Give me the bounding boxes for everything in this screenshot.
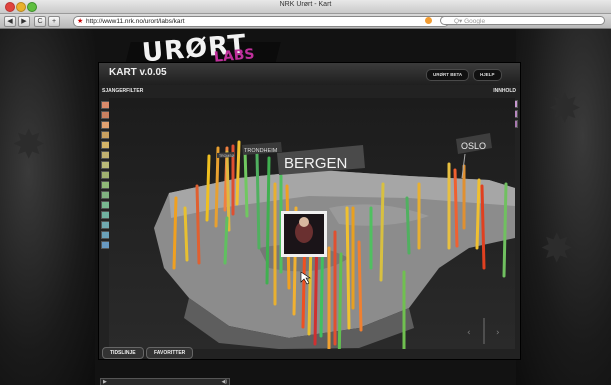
artist-marker[interactable]	[223, 216, 229, 265]
search-input[interactable]: Q▾ Google	[440, 16, 605, 25]
artist-marker[interactable]	[183, 206, 189, 262]
thumbnail-face	[299, 217, 309, 227]
artist-marker[interactable]	[405, 196, 411, 255]
artist-marker[interactable]	[379, 182, 385, 282]
splatter-decoration: ✸	[12, 123, 46, 167]
back-button[interactable]: ◀	[4, 16, 16, 27]
rss-icon[interactable]	[425, 17, 432, 24]
play-icon[interactable]: ▶	[103, 379, 107, 385]
forward-button[interactable]: ▶	[18, 16, 30, 27]
artist-marker[interactable]	[337, 252, 343, 349]
nav-right-icon[interactable]: ›	[496, 328, 500, 338]
favorites-button[interactable]: FAVORITTER	[146, 347, 194, 359]
artist-marker[interactable]	[255, 152, 261, 250]
artist-marker[interactable]	[172, 196, 178, 270]
help-button[interactable]: HJELP	[473, 69, 502, 81]
artist-marker[interactable]	[475, 178, 481, 250]
panel-title: KART v.0.05	[109, 67, 167, 78]
add-bookmark-button[interactable]: +	[48, 16, 60, 27]
map-canvas[interactable]: BERGEN OSLO TRONDHEIM TROMSØ ‹ ›	[109, 98, 515, 349]
background-right-art	[516, 29, 611, 385]
media-control-bar[interactable]: ▶ ◀)	[100, 378, 230, 385]
window-title: NRK Urørt - Kart	[279, 1, 332, 8]
window-titlebar: NRK Urørt - Kart	[0, 0, 611, 14]
address-bar-url: http://www11.nrk.no/urort/labs/kart	[86, 18, 185, 25]
web-page: ✸ ✸ ✸ URØRT LABS KART v.0.05 URØRT BETA …	[0, 29, 611, 385]
splatter-decoration: ✸	[548, 87, 582, 131]
browser-toolbar: ◀ ▶ C + ★ http://www11.nrk.no/urort/labs…	[0, 14, 611, 29]
3d-map-view[interactable]: BERGEN OSLO TRONDHEIM TROMSØ ‹ ›	[109, 98, 515, 349]
artist-marker[interactable]	[502, 182, 508, 278]
reload-button[interactable]: C	[34, 16, 46, 27]
artist-marker[interactable]	[214, 146, 220, 228]
artist-marker[interactable]	[205, 154, 211, 222]
background-left-art	[0, 29, 95, 385]
nav-left-icon[interactable]: ‹	[467, 328, 471, 338]
volume-icon[interactable]: ◀)	[221, 379, 227, 385]
artist-marker[interactable]	[357, 240, 363, 332]
search-placeholder: Q▾ Google	[454, 18, 486, 25]
artist-marker[interactable]	[235, 140, 241, 206]
artist-marker[interactable]	[345, 206, 351, 330]
panel-header: KART v.0.05 URØRT BETA HJELP	[99, 63, 520, 85]
urort-beta-button[interactable]: URØRT BETA	[426, 69, 470, 81]
site-favicon-icon: ★	[77, 18, 84, 25]
city-label-tromso[interactable]: TROMSØ	[217, 152, 235, 158]
tromso-label: TROMSØ	[219, 154, 235, 158]
artist-marker[interactable]	[480, 184, 486, 270]
artist-marker[interactable]	[265, 156, 271, 285]
address-bar[interactable]: ★ http://www11.nrk.no/urort/labs/kart	[73, 16, 449, 27]
bergen-label: BERGEN	[284, 155, 347, 172]
genre-filter-label: SJANGERFILTER	[102, 88, 144, 94]
artist-thumbnail[interactable]	[281, 211, 327, 257]
artist-marker[interactable]	[453, 168, 459, 248]
trondheim-label: TRONDHEIM	[244, 148, 278, 154]
artist-marker[interactable]	[195, 184, 201, 265]
content-label: INNHOLD	[493, 88, 516, 94]
oslo-label: OSLO	[461, 141, 486, 151]
artist-marker[interactable]	[243, 148, 249, 218]
splatter-decoration: ✸	[540, 227, 574, 271]
kart-panel: KART v.0.05 URØRT BETA HJELP SJANGERFILT…	[98, 62, 521, 360]
timeline-button[interactable]: TIDSLINJE	[102, 347, 144, 359]
